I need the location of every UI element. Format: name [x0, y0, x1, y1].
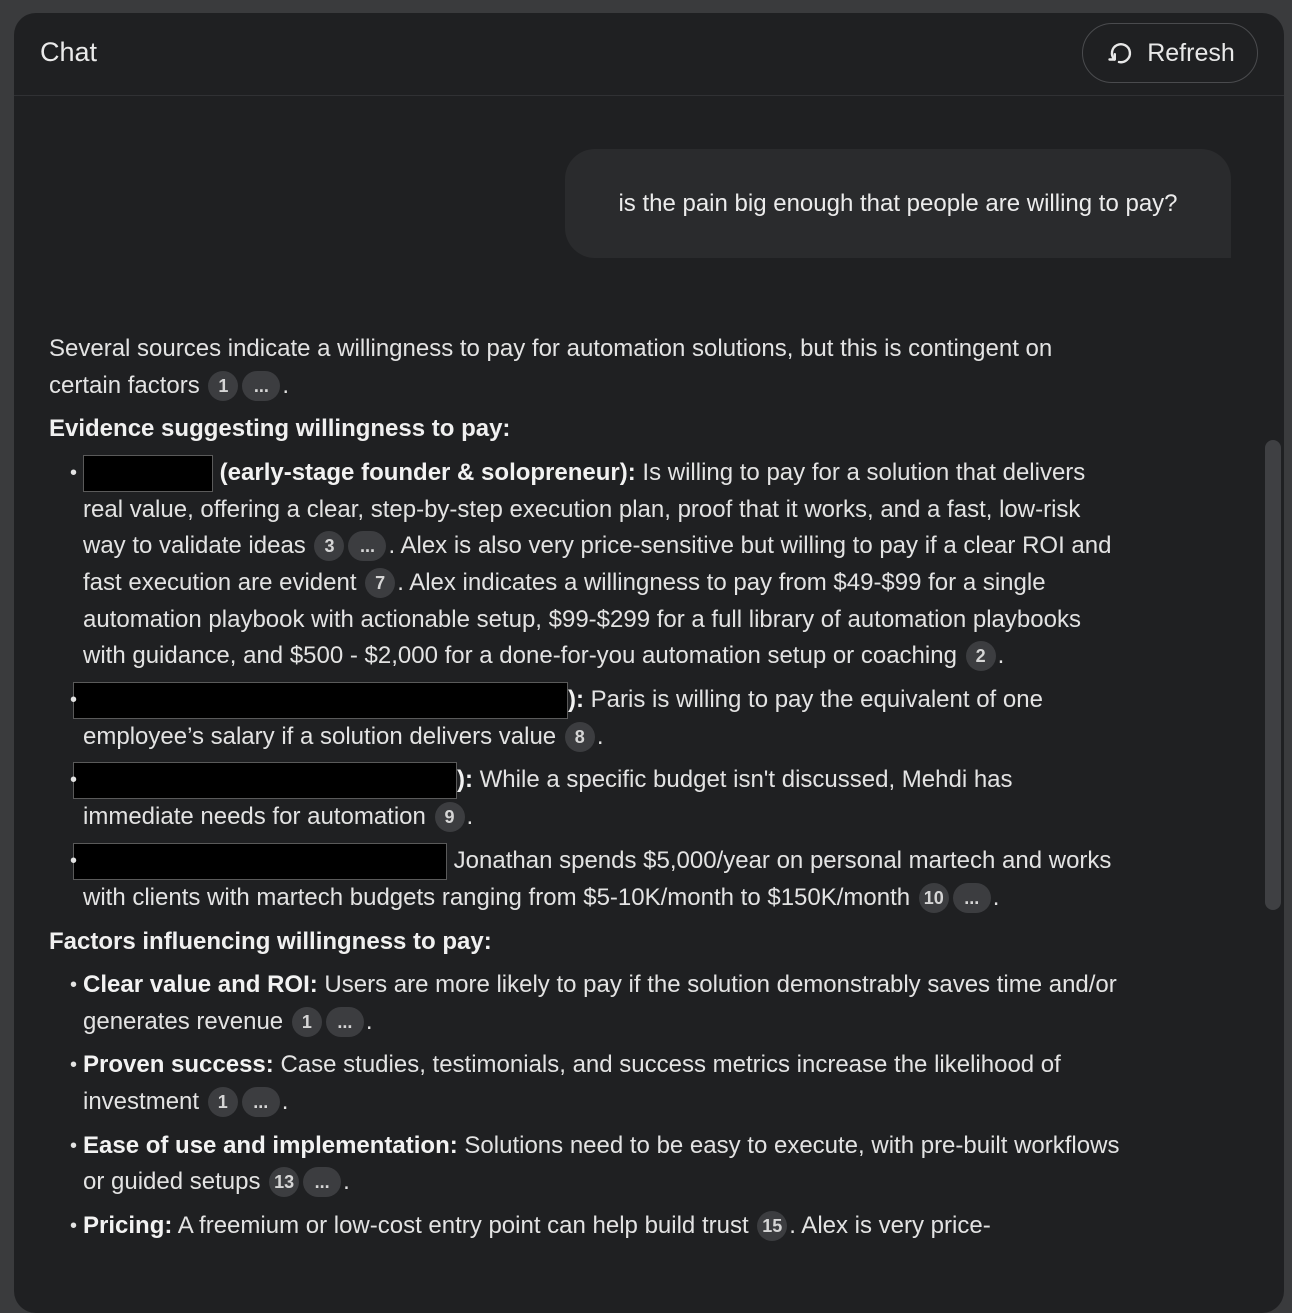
- refresh-button[interactable]: Refresh: [1082, 23, 1258, 83]
- answer-intro: Several sources indicate a willingness t…: [49, 335, 1053, 401]
- citation-chip[interactable]: 8: [564, 721, 595, 752]
- chat-header: Chat Refresh: [14, 13, 1284, 96]
- evidence-label: ):: [457, 766, 473, 794]
- citation-chip[interactable]: 7: [365, 567, 396, 598]
- citation-chip[interactable]: 1: [207, 1086, 238, 1117]
- citation-more-chip[interactable]: ...: [241, 1086, 280, 1117]
- citation-chip[interactable]: 10: [918, 882, 949, 913]
- citation-more-chip[interactable]: ...: [325, 1006, 364, 1037]
- citation-chip[interactable]: 3: [314, 531, 345, 562]
- evidence-heading: Evidence suggesting willingness to pay:: [49, 415, 511, 443]
- answer-intro-text: Several sources indicate a willingness t…: [49, 335, 1053, 399]
- evidence-item: ): Paris is willing to pay the equivalen…: [70, 681, 1129, 756]
- user-message: is the pain big enough that people are w…: [565, 149, 1231, 258]
- factor-item: Pricing: A freemium or low-cost entry po…: [70, 1208, 1129, 1245]
- citation-more-chip[interactable]: ...: [952, 882, 991, 913]
- evidence-list: (early-stage founder & solopreneur): Is …: [49, 454, 1129, 917]
- citation-more-chip[interactable]: ...: [348, 531, 387, 562]
- refresh-icon: [1108, 43, 1132, 64]
- assistant-answer: Several sources indicate a willingness t…: [49, 331, 1129, 1244]
- citation-chip[interactable]: 1: [208, 370, 239, 401]
- evidence-item: (early-stage founder & solopreneur): Is …: [70, 454, 1129, 675]
- redacted-name: [83, 454, 213, 492]
- chat-title: Chat: [40, 37, 98, 67]
- citation-chip[interactable]: 15: [757, 1210, 788, 1241]
- chat-panel: Chat Refresh is the pain big enough that…: [14, 13, 1284, 1313]
- redacted-name: [73, 681, 568, 719]
- factor-item: Clear value and ROI: Users are more like…: [70, 967, 1129, 1040]
- factor-item: Ease of use and implementation: Solution…: [70, 1128, 1129, 1201]
- factor-label: Clear value and ROI:: [83, 971, 318, 999]
- citation-chip[interactable]: 1: [291, 1006, 322, 1037]
- evidence-item: Jonathan spends $5,000/year on personal …: [70, 842, 1129, 917]
- factors-list: Clear value and ROI: Users are more like…: [49, 967, 1129, 1244]
- factors-heading: Factors influencing willingness to pay:: [49, 927, 492, 955]
- citation-more-chip[interactable]: ...: [303, 1167, 342, 1198]
- citation-chip[interactable]: 9: [434, 802, 465, 833]
- factor-label: Proven success:: [83, 1051, 274, 1079]
- factor-label: Pricing:: [83, 1211, 173, 1239]
- citation-more-chip[interactable]: ...: [242, 370, 281, 401]
- factor-label: Ease of use and implementation:: [83, 1131, 458, 1159]
- factor-text: A freemium or low-cost entry point can h…: [177, 1211, 749, 1239]
- factor-item: Proven success: Case studies, testimonia…: [70, 1047, 1129, 1120]
- redacted-name: [73, 842, 447, 880]
- scrollbar-thumb[interactable]: [1265, 440, 1281, 910]
- factor-tail-text: . Alex is very price-: [789, 1211, 991, 1239]
- user-message-text: is the pain big enough that people are w…: [618, 189, 1178, 217]
- redacted-name: [73, 762, 457, 800]
- evidence-label: (early-stage founder & solopreneur):: [219, 458, 636, 486]
- evidence-label: ):: [568, 685, 584, 713]
- evidence-item: ): While a specific budget isn't discuss…: [70, 762, 1129, 836]
- refresh-label: Refresh: [1147, 38, 1235, 67]
- citation-chip[interactable]: 2: [965, 641, 996, 672]
- citation-chip[interactable]: 13: [269, 1167, 300, 1198]
